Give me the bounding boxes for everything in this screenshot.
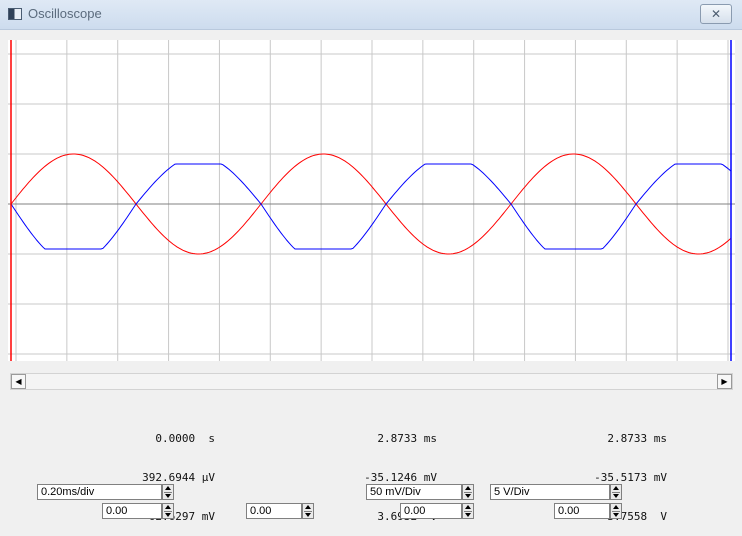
- spinner-divider: [612, 492, 620, 493]
- spinner-divider: [612, 511, 620, 512]
- trigger-offset-spinner[interactable]: [302, 503, 314, 519]
- scroll-left-icon[interactable]: ◀: [11, 374, 26, 389]
- spinner-divider: [464, 511, 472, 512]
- app-window-icon: [8, 8, 22, 20]
- spinner-divider: [164, 492, 172, 493]
- timebase-offset-spinner[interactable]: [162, 503, 174, 519]
- spinner-divider: [464, 492, 472, 493]
- channel-a-scale-select[interactable]: 50 mV/Div: [366, 484, 462, 500]
- channel-a-scale-spinner[interactable]: [462, 484, 474, 500]
- cursor1-time: 0.0000 s: [155, 432, 215, 445]
- scroll-right-icon[interactable]: ▶: [717, 374, 732, 389]
- cursor1-channel-a: 392.6944 µV: [142, 471, 215, 484]
- spinner-divider: [164, 511, 172, 512]
- timebase-select[interactable]: 0.20ms/div: [37, 484, 162, 500]
- channel-b-offset-spinner[interactable]: [610, 503, 622, 519]
- window-title: Oscilloscope: [28, 6, 102, 21]
- channel-b-scale-select[interactable]: 5 V/Div: [490, 484, 610, 500]
- cursor2-time: 2.8733 ms: [377, 432, 437, 445]
- close-button[interactable]: ✕: [700, 4, 732, 24]
- title-bar: Oscilloscope ✕: [0, 0, 742, 30]
- timebase-spinner[interactable]: [162, 484, 174, 500]
- channel-b-trace: [10, 163, 732, 250]
- trigger-offset-input[interactable]: 0.00: [246, 503, 302, 519]
- timebase-offset-input[interactable]: 0.00: [102, 503, 162, 519]
- channel-a-offset-spinner[interactable]: [462, 503, 474, 519]
- channel-b-scale-spinner[interactable]: [610, 484, 622, 500]
- channel-b-offset-input[interactable]: 0.00: [554, 503, 610, 519]
- time-scrollbar[interactable]: ◀ ▶: [10, 373, 733, 390]
- cursor3-time: 2.8733 ms: [607, 432, 667, 445]
- cursor2-channel-a: -35.1246 mV: [364, 471, 437, 484]
- spinner-divider: [304, 511, 312, 512]
- oscilloscope-display: [8, 40, 735, 361]
- cursor3-channel-a: -35.5173 mV: [594, 471, 667, 484]
- channel-a-offset-input[interactable]: 0.00: [400, 503, 462, 519]
